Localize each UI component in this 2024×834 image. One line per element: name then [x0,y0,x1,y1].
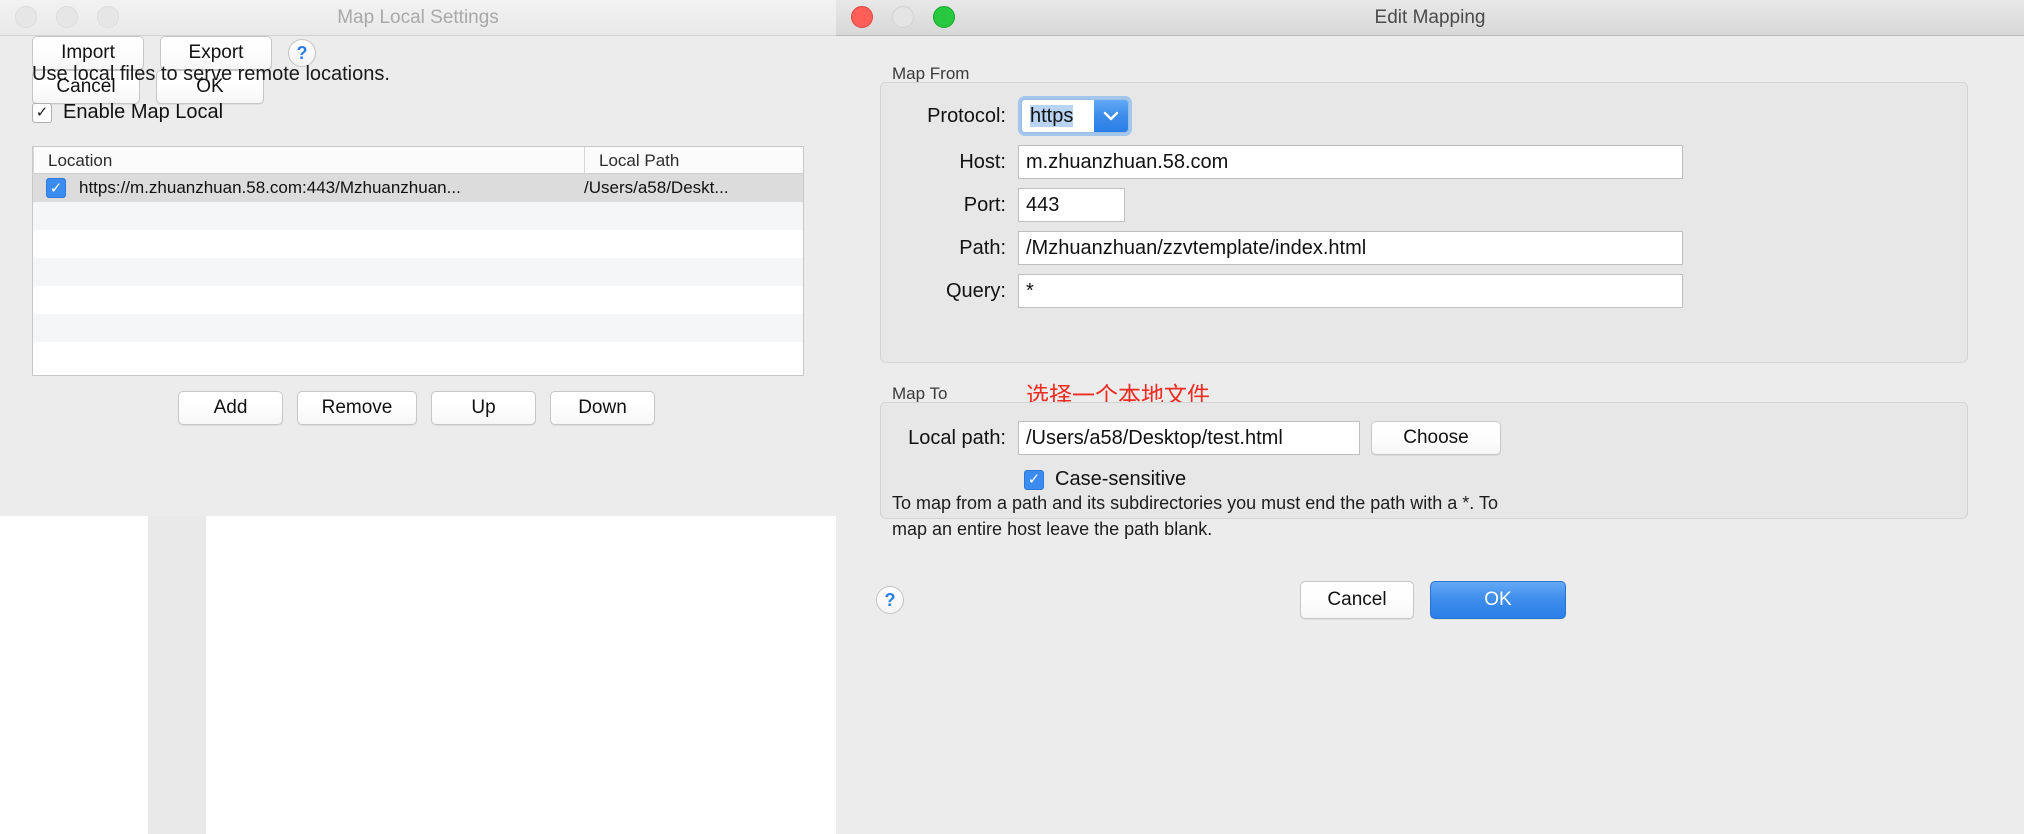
protocol-selected-value: https [1030,105,1073,127]
table-row-empty[interactable] [33,286,803,314]
choose-button[interactable]: Choose [1371,421,1501,455]
enable-map-local-label: Enable Map Local [63,101,223,124]
local-path-input[interactable]: /Users/a58/Desktop/test.html [1018,421,1360,455]
path-label: Path: [880,237,1006,260]
query-field-row: Query: * [880,274,1968,308]
map-from-group-label: Map From [892,64,969,84]
enable-map-local-checkbox-row[interactable]: ✓ Enable Map Local [32,101,223,124]
down-button[interactable]: Down [550,391,655,425]
port-label: Port: [880,194,1006,217]
up-button[interactable]: Up [431,391,536,425]
edit-mapping-title: Edit Mapping [836,0,2024,36]
edit-mapping-body: Map From Protocol: https [836,36,2024,834]
edit-mapping-window: Edit Mapping Map From Protocol: https [836,0,2024,834]
list-action-buttons: Add Remove Up Down [178,391,655,425]
case-sensitive-label: Case-sensitive [1055,468,1186,491]
protocol-field-row: Protocol: https [880,96,1968,136]
row-local-path-cell: /Users/a58/Deskt... [584,178,803,198]
remove-button[interactable]: Remove [297,391,417,425]
table-row[interactable]: ✓ https://m.zhuanzhuan.58.com:443/Mzhuan… [33,174,803,202]
table-row-empty[interactable] [33,342,803,370]
host-label: Host: [880,151,1006,174]
row-location-cell: https://m.zhuanzhuan.58.com:443/Mzhuanzh… [79,178,584,198]
host-input[interactable]: m.zhuanzhuan.58.com [1018,145,1683,179]
screen: Map Local Settings Use local files to se… [0,0,2024,834]
edit-mapping-action-buttons: Cancel OK [1300,581,1566,619]
query-input[interactable]: * [1018,274,1683,308]
host-field-row: Host: m.zhuanzhuan.58.com [880,145,1968,179]
table-row-empty[interactable] [33,230,803,258]
help-icon[interactable]: ? [876,586,904,614]
row-enabled-checkbox[interactable]: ✓ [46,178,66,198]
port-field-row: Port: 443 [880,188,1968,222]
map-local-settings-window: Map Local Settings Use local files to se… [0,0,836,516]
ok-button[interactable]: OK [1430,581,1566,619]
case-sensitive-checkbox-row[interactable]: ✓ Case-sensitive [1024,468,1186,491]
intro-text: Use local files to serve remote location… [32,63,390,86]
map-local-body: Use local files to serve remote location… [0,36,836,516]
query-label: Query: [880,280,1006,303]
local-path-label: Local path: [880,427,1006,450]
protocol-label: Protocol: [880,105,1006,128]
path-field-row: Path: /Mzhuanzhuan/zzvtemplate/index.htm… [880,231,1968,265]
local-path-field-row: Local path: /Users/a58/Desktop/test.html… [880,421,1968,455]
column-header-local-path[interactable]: Local Path [584,147,803,174]
path-input[interactable]: /Mzhuanzhuan/zzvtemplate/index.html [1018,231,1683,265]
map-local-title: Map Local Settings [0,0,836,36]
case-sensitive-checkbox[interactable]: ✓ [1024,470,1044,490]
enable-map-local-checkbox[interactable]: ✓ [32,103,52,123]
table-row-empty[interactable] [33,258,803,286]
table-row-empty[interactable] [33,202,803,230]
chevron-down-icon[interactable] [1094,100,1128,132]
protocol-value-text[interactable]: https [1022,100,1094,132]
map-local-titlebar: Map Local Settings [0,0,836,36]
protocol-dropdown[interactable]: https [1018,96,1132,136]
help-description-text: To map from a path and its subdirectorie… [892,491,1512,542]
table-row-empty[interactable] [33,314,803,342]
map-to-group-label: Map To [892,384,947,404]
row-enabled-checkbox-cell[interactable]: ✓ [33,178,79,198]
edit-mapping-titlebar: Edit Mapping [836,0,2024,36]
cancel-button[interactable]: Cancel [1300,581,1414,619]
add-button[interactable]: Add [178,391,283,425]
background-window-band [148,516,206,834]
mappings-table[interactable]: Location Local Path ✓ https://m.zhuanzhu… [32,146,804,376]
port-input[interactable]: 443 [1018,188,1125,222]
column-header-location[interactable]: Location [33,147,584,174]
mappings-table-header: Location Local Path [33,147,803,174]
